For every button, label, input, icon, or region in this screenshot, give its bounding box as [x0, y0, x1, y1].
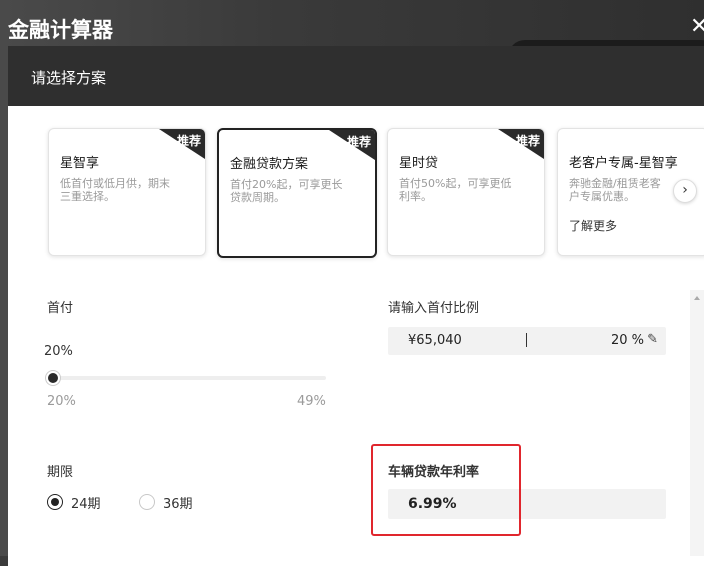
modal-title: 请选择方案	[31, 69, 107, 87]
recommend-badge: 推荐	[515, 134, 540, 148]
text-cursor	[526, 333, 527, 347]
term-24-label[interactable]: 24期	[71, 493, 101, 512]
plan-description: 首付50%起，可享更低利率。	[399, 177, 512, 203]
scroll-up-arrow-icon[interactable]	[694, 296, 700, 300]
term-label: 期限	[47, 465, 74, 480]
down-payment-amount: ¥65,040	[408, 333, 462, 348]
down-payment-current: 20%	[44, 344, 73, 359]
plan-description: 奔驰金融/租赁老客户专属优惠。	[569, 177, 661, 203]
down-payment-label: 首付	[47, 301, 74, 316]
plan-name: 星智享	[60, 156, 100, 171]
plan-card-xingshidai[interactable]: 推荐 星时贷 首付50%起，可享更低利率。	[387, 128, 545, 256]
app-title: 金融计算器	[8, 18, 113, 42]
term-36-radio[interactable]	[139, 494, 155, 510]
recommend-badge: 推荐	[346, 135, 371, 149]
slider-min-label: 20%	[47, 394, 76, 409]
slider-handle[interactable]	[46, 371, 60, 385]
scrollbar[interactable]	[690, 290, 704, 556]
plan-name: 老客户专属-星智享	[569, 156, 678, 171]
slider-max-label: 49%	[297, 394, 326, 409]
edit-icon[interactable]: ✎	[647, 332, 658, 347]
highlight-box	[371, 444, 521, 536]
down-payment-input-label: 请输入首付比例	[388, 301, 480, 316]
term-36-label[interactable]: 36期	[163, 493, 193, 512]
close-icon[interactable]: ✕	[690, 14, 704, 39]
down-payment-slider[interactable]	[46, 376, 326, 380]
plan-description: 低首付或低月供，期末三重选择。	[60, 177, 170, 203]
learn-more-link[interactable]: 了解更多	[569, 217, 617, 234]
plan-card-loan[interactable]: 推荐 金融贷款方案 首付20%起，可享更长贷款周期。	[217, 128, 377, 258]
down-payment-percent: 20 %	[610, 333, 644, 348]
plan-name: 金融贷款方案	[230, 157, 309, 172]
plan-name: 星时贷	[399, 156, 439, 171]
recommend-badge: 推荐	[176, 134, 201, 148]
modal-header: 请选择方案	[8, 46, 704, 106]
down-payment-input[interactable]: ¥65,040 20 % ✎	[388, 327, 666, 355]
plan-card-xingzhixiang[interactable]: 推荐 星智享 低首付或低月供，期末三重选择。	[48, 128, 206, 256]
plan-description: 首付20%起，可享更长贷款周期。	[230, 178, 343, 204]
term-24-radio[interactable]	[47, 494, 63, 510]
plan-modal: 请选择方案 推荐 星智享 低首付或低月供，期末三重选择。 推荐 金融贷款方案 首…	[8, 46, 704, 566]
chevron-right-icon[interactable]: ›	[673, 179, 697, 203]
